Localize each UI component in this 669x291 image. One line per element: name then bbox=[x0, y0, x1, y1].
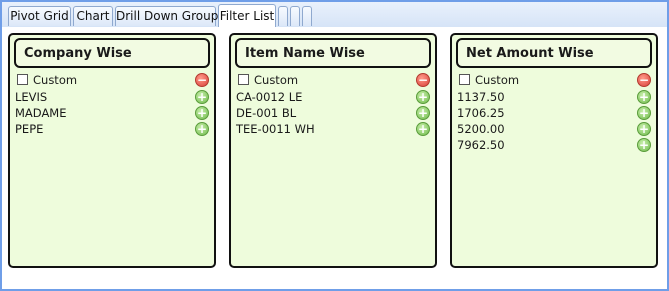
custom-row: Custom − bbox=[457, 73, 651, 88]
plus-circle-icon[interactable]: + bbox=[637, 138, 651, 152]
tab-strip: Pivot Grid Chart Drill Down Group Filter… bbox=[2, 2, 667, 28]
list-item: MADAME + bbox=[15, 106, 209, 121]
filter-window: Pivot Grid Chart Drill Down Group Filter… bbox=[0, 0, 669, 291]
plus-circle-icon[interactable]: + bbox=[195, 122, 209, 136]
company-wise-panel: Company Wise Custom − LEVIS + MADAME + P… bbox=[8, 33, 216, 268]
custom-label: Custom bbox=[254, 73, 299, 87]
list-item: DE-001 BL + bbox=[236, 106, 430, 121]
custom-checkbox[interactable] bbox=[238, 74, 249, 85]
item-label: 7962.50 bbox=[457, 138, 505, 152]
list-item: LEVIS + bbox=[15, 90, 209, 105]
panel-title: Company Wise bbox=[14, 38, 210, 68]
custom-label: Custom bbox=[475, 73, 520, 87]
list-item: TEE-0011 WH + bbox=[236, 122, 430, 137]
item-label: TEE-0011 WH bbox=[236, 122, 315, 136]
list-item: 1137.50 + bbox=[457, 90, 651, 105]
item-label: 1706.25 bbox=[457, 106, 505, 120]
custom-row: Custom − bbox=[236, 73, 430, 88]
tab-filter-list[interactable]: Filter List bbox=[218, 4, 276, 28]
list-item: 1706.25 + bbox=[457, 106, 651, 121]
item-label: MADAME bbox=[15, 106, 67, 120]
minus-circle-icon[interactable]: − bbox=[637, 73, 651, 87]
item-label: 5200.00 bbox=[457, 122, 505, 136]
tab-chart[interactable]: Chart bbox=[73, 6, 113, 26]
panel-title: Item Name Wise bbox=[235, 38, 431, 68]
item-label: DE-001 BL bbox=[236, 106, 297, 120]
list-item: 5200.00 + bbox=[457, 122, 651, 137]
plus-circle-icon[interactable]: + bbox=[416, 90, 430, 104]
plus-circle-icon[interactable]: + bbox=[637, 106, 651, 120]
tab-empty-2[interactable] bbox=[290, 6, 300, 26]
plus-circle-icon[interactable]: + bbox=[195, 90, 209, 104]
custom-checkbox[interactable] bbox=[459, 74, 470, 85]
filter-list-content: Company Wise Custom − LEVIS + MADAME + P… bbox=[2, 27, 667, 289]
plus-circle-icon[interactable]: + bbox=[637, 122, 651, 136]
item-name-wise-panel: Item Name Wise Custom − CA-0012 LE + DE-… bbox=[229, 33, 437, 268]
list-item: CA-0012 LE + bbox=[236, 90, 430, 105]
minus-circle-icon[interactable]: − bbox=[195, 73, 209, 87]
tab-drill-down-group[interactable]: Drill Down Group bbox=[115, 6, 218, 26]
plus-circle-icon[interactable]: + bbox=[416, 106, 430, 120]
plus-circle-icon[interactable]: + bbox=[416, 122, 430, 136]
item-label: CA-0012 LE bbox=[236, 90, 303, 104]
net-amount-wise-panel: Net Amount Wise Custom − 1137.50 + 1706.… bbox=[450, 33, 658, 268]
list-item: PEPE + bbox=[15, 122, 209, 137]
custom-row: Custom − bbox=[15, 73, 209, 88]
tab-empty-3[interactable] bbox=[302, 6, 312, 26]
item-label: PEPE bbox=[15, 122, 44, 136]
tab-pivot-grid[interactable]: Pivot Grid bbox=[8, 6, 71, 26]
custom-label: Custom bbox=[33, 73, 78, 87]
item-label: 1137.50 bbox=[457, 90, 505, 104]
panel-title: Net Amount Wise bbox=[456, 38, 652, 68]
plus-circle-icon[interactable]: + bbox=[637, 90, 651, 104]
minus-circle-icon[interactable]: − bbox=[416, 73, 430, 87]
tab-empty-1[interactable] bbox=[278, 6, 288, 26]
custom-checkbox[interactable] bbox=[17, 74, 28, 85]
plus-circle-icon[interactable]: + bbox=[195, 106, 209, 120]
item-label: LEVIS bbox=[15, 90, 48, 104]
list-item: 7962.50 + bbox=[457, 138, 651, 153]
